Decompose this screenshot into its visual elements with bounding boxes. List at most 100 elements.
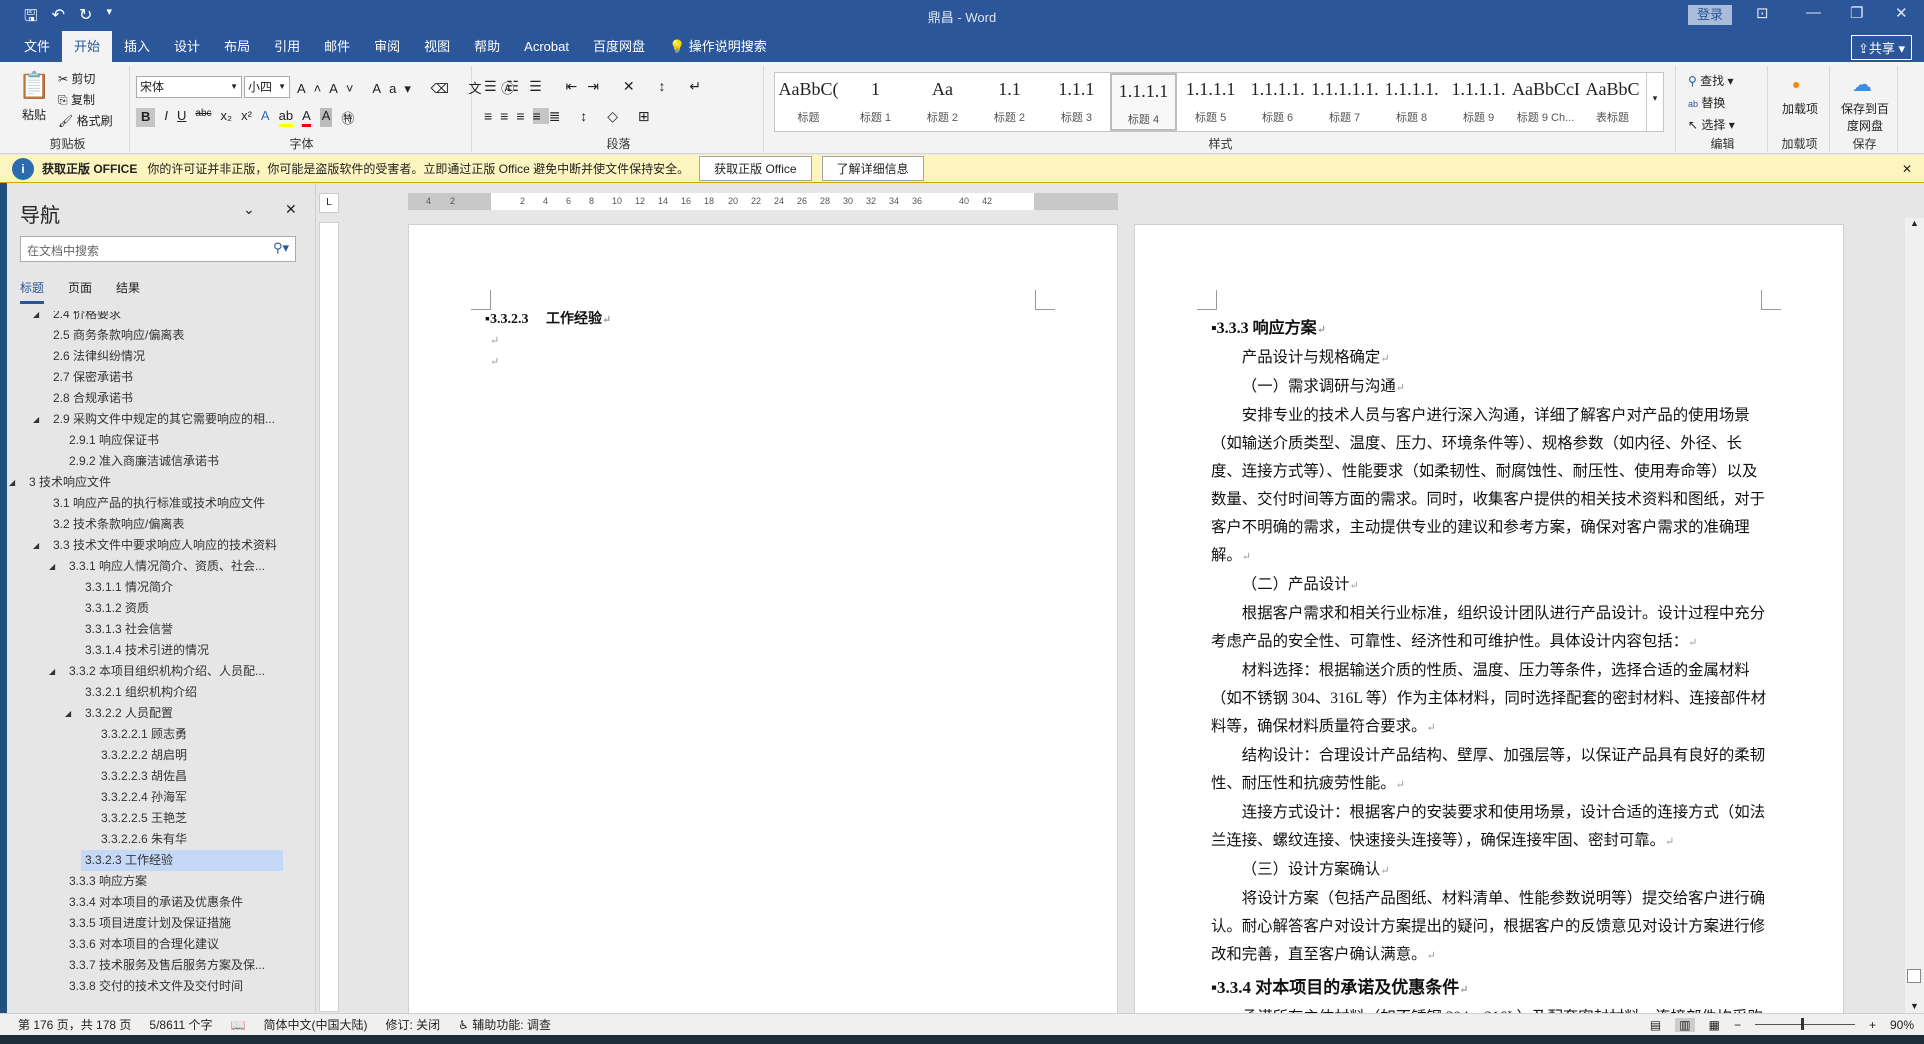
scroll-up-icon[interactable]: ▲ — [1905, 218, 1924, 228]
login-button[interactable]: 登录 — [1688, 5, 1732, 25]
style-item[interactable]: 1.1.1.1 标题 4 — [1109, 73, 1178, 131]
learn-more-button[interactable]: 了解详细信息 — [821, 156, 924, 181]
nav-heading-item[interactable]: 3.3.6 对本项目的合理化建议 — [65, 934, 219, 955]
style-item[interactable]: AaBbC(标题 — [775, 73, 842, 131]
word-count[interactable]: 5/8611 个字 — [149, 1016, 212, 1033]
style-item[interactable]: 1.1.1.1. 标题 8 — [1378, 73, 1445, 131]
tab-file[interactable]: 文件 — [12, 31, 62, 62]
tab-selector[interactable]: L — [319, 193, 339, 213]
restore-icon[interactable]: ❐ — [1850, 4, 1863, 22]
find-button[interactable]: ⚲ 查找 ▾ — [1688, 72, 1734, 89]
nav-heading-item[interactable]: 3.3.7 技术服务及售后服务方案及保... — [65, 955, 265, 976]
nav-close-icon[interactable]: ✕ — [285, 201, 297, 218]
bold-button[interactable]: B — [136, 108, 156, 127]
style-item[interactable]: AaBbCcDd. 标题 9 Ch... — [1512, 73, 1579, 131]
nav-options-icon[interactable]: ⌄ — [243, 201, 255, 218]
font-name-select[interactable]: 宋体 ▼ — [136, 76, 242, 98]
nav-heading-item[interactable]: 2.6 法律纠纷情况 — [49, 346, 145, 367]
collapse-triangle-icon[interactable]: ◢ — [33, 415, 39, 424]
italic-button[interactable]: I — [164, 108, 168, 127]
nav-heading-item[interactable]: 3.3.1.1 情况简介 — [81, 577, 173, 598]
styles-more-icon[interactable]: ▾ — [1646, 73, 1663, 131]
page-right[interactable]: ▪3.3.3 响应方案↵ 产品设计与规格确定↵ （一）需求调研与沟通↵ 安排专业的技… — [1134, 224, 1844, 1014]
tab-review[interactable]: 审阅 — [362, 31, 412, 62]
nav-search-input[interactable]: 在文档中搜索 ⚲▾ — [20, 236, 296, 262]
nav-heading-item[interactable]: 3.3.2.3 工作经验 — [81, 850, 283, 871]
nav-heading-item[interactable]: 3.3.2.2 人员配置 — [81, 703, 173, 724]
nav-heading-item[interactable]: 3.3.1.4 技术引进的情况 — [81, 640, 209, 661]
copy-button[interactable]: ⎘ 复制 — [58, 91, 95, 108]
page-count[interactable]: 第 176 页，共 178 页 — [18, 1016, 131, 1033]
style-item[interactable]: 1.1.1 标题 3 — [1043, 73, 1110, 131]
nav-heading-item[interactable]: 3.3.1 响应人情况简介、资质、社会... — [65, 556, 265, 577]
alignment-row[interactable]: ≡≡≡≡≣ ↕ ◇ ⊞ — [484, 108, 658, 125]
collapse-triangle-icon[interactable]: ◢ — [33, 311, 39, 319]
char-shading-button[interactable]: A — [319, 108, 333, 127]
nav-heading-item[interactable]: 2.9 采购文件中规定的其它需要响应的相... — [49, 409, 275, 430]
nav-heading-item[interactable]: 3.3.1.3 社会信誉 — [81, 619, 173, 640]
nav-heading-item[interactable]: 3.3.5 项目进度计划及保证措施 — [65, 913, 231, 934]
tab-baidu[interactable]: 百度网盘 — [581, 31, 657, 62]
zoom-out-button[interactable]: − — [1734, 1018, 1741, 1032]
language[interactable]: 简体中文(中国大陆) — [264, 1016, 368, 1033]
style-item[interactable]: 1.1 标题 2 — [976, 73, 1043, 131]
replace-button[interactable]: ab 替换 — [1688, 94, 1725, 111]
style-item[interactable]: 1.1.1.1. 标题 9 — [1445, 73, 1512, 131]
nav-tab-results[interactable]: 结果 — [116, 279, 140, 304]
track-changes[interactable]: 修订: 关闭 — [386, 1016, 441, 1033]
addins-button[interactable]: 加载项 — [1776, 100, 1824, 117]
read-mode-icon[interactable]: ▤ — [1650, 1018, 1661, 1032]
tab-acrobat[interactable]: Acrobat — [512, 31, 581, 62]
nav-heading-item[interactable]: 3.3.2.2.4 孙海军 — [97, 787, 187, 808]
close-icon[interactable]: ✕ — [1895, 4, 1908, 22]
nav-heading-item[interactable]: 3.3.2.2.6 朱有华 — [97, 829, 187, 850]
nav-heading-item[interactable]: 2.7 保密承诺书 — [49, 367, 133, 388]
proofing-icon[interactable]: 📖 — [231, 1018, 246, 1032]
nav-heading-item[interactable]: 2.9.1 响应保证书 — [65, 430, 159, 451]
save-to-baidu-button[interactable]: 保存到百度网盘 — [1836, 100, 1894, 134]
paste-icon[interactable]: 📋 — [18, 70, 50, 101]
horizontal-ruler[interactable]: 4 2 2 4 6 8 10 12 14 16 18 20 22 24 26 28 30 32 34 36 40 42 — [408, 193, 1118, 210]
tab-view[interactable]: 视图 — [412, 31, 462, 62]
nav-heading-item[interactable]: 2.4 价格要求 — [49, 311, 121, 325]
text-effects-button[interactable]: A — [261, 108, 270, 127]
format-painter-button[interactable]: 🖌 格式刷 — [58, 112, 113, 129]
collapse-triangle-icon[interactable]: ◢ — [65, 709, 71, 718]
style-item[interactable]: 1.1.1.1 标题 5 — [1177, 73, 1244, 131]
font-color-button[interactable]: A — [302, 108, 311, 127]
highlight-button[interactable]: ab — [278, 108, 294, 127]
tab-insert[interactable]: 插入 — [112, 31, 162, 62]
print-layout-icon[interactable]: ▥ — [1675, 1017, 1695, 1032]
cut-button[interactable]: ✂ 剪切 — [58, 70, 95, 87]
vertical-scrollbar[interactable]: ▲ ▼ — [1905, 218, 1924, 1013]
tab-design[interactable]: 设计 — [162, 31, 212, 62]
nav-tab-headings[interactable]: 标题 — [20, 279, 45, 304]
nav-heading-item[interactable]: 3.2 技术条款响应/偏离表 — [49, 514, 184, 535]
subscript-button[interactable]: x₂ — [221, 108, 233, 127]
share-button[interactable]: ⇪共享 ▾ — [1850, 35, 1912, 60]
nav-heading-item[interactable]: 3.3.4 对本项目的承诺及优惠条件 — [65, 892, 243, 913]
tab-home[interactable]: 开始 — [62, 31, 113, 62]
style-item[interactable]: AaBbC 表标题 — [1579, 73, 1646, 131]
select-button[interactable]: ↖ 选择 ▾ — [1688, 116, 1735, 133]
nav-heading-item[interactable]: 2.9.2 准入商廉洁诚信承诺书 — [65, 451, 219, 472]
style-item[interactable]: Aa 标题 2 — [909, 73, 976, 131]
nav-heading-item[interactable]: 3.3.2.2.1 顾志勇 — [97, 724, 187, 745]
nav-tab-pages[interactable]: 页面 — [68, 279, 92, 304]
scroll-thumb[interactable] — [1907, 969, 1921, 983]
style-item[interactable]: 1.1.1.1.1. 标题 7 — [1311, 73, 1378, 131]
minimize-icon[interactable]: — — [1806, 4, 1821, 21]
underline-button[interactable]: U — [177, 108, 186, 127]
enclose-char-button[interactable]: ㊕ — [341, 108, 354, 127]
zoom-level[interactable]: 90% — [1890, 1018, 1914, 1032]
list-indent-row[interactable]: ☰☷☰ ⇤⇥ ✕ ↕ ↵ — [484, 78, 711, 95]
style-item[interactable]: 1.1.1.1. 标题 6 — [1244, 73, 1311, 131]
tab-mailings[interactable]: 邮件 — [312, 31, 362, 62]
zoom-slider[interactable] — [1754, 1018, 1855, 1030]
nav-heading-item[interactable]: 3.1 响应产品的执行标准或技术响应文件 — [49, 493, 265, 514]
nav-heading-item[interactable]: 2.5 商务条款响应/偏离表 — [49, 325, 184, 346]
nav-heading-item[interactable]: 3 技术响应文件 — [25, 472, 111, 493]
superscript-button[interactable]: x² — [241, 108, 252, 127]
tab-help[interactable]: 帮助 — [462, 31, 512, 62]
collapse-triangle-icon[interactable]: ◢ — [49, 562, 55, 571]
